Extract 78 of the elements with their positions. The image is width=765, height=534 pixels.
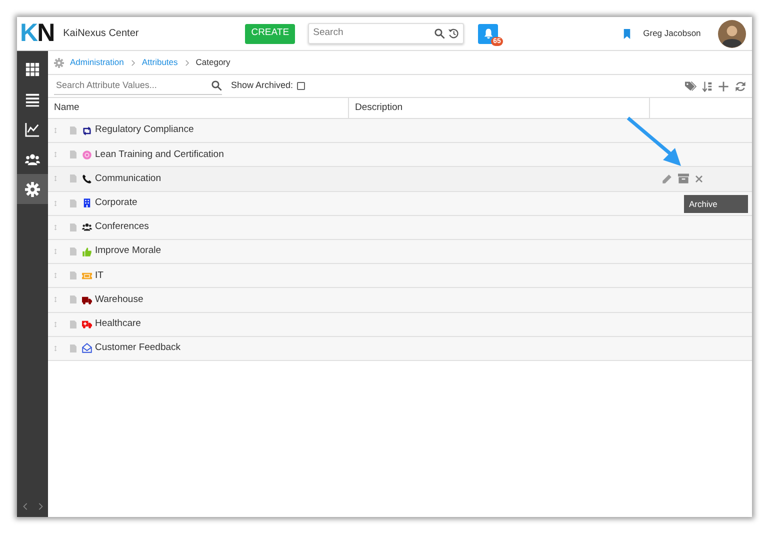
breadcrumb-link[interactable]: Attributes bbox=[142, 56, 178, 69]
tags-icon[interactable] bbox=[684, 80, 697, 92]
table-row[interactable]: Lean Training and Certification bbox=[48, 143, 752, 168]
drag-handle-icon[interactable] bbox=[53, 222, 58, 232]
apps-icon bbox=[25, 62, 40, 76]
archive-icon[interactable] bbox=[678, 173, 689, 184]
table-row[interactable]: Regulatory Compliance bbox=[48, 119, 752, 144]
show-archived-label: Show Archived: bbox=[231, 79, 294, 92]
line-chart-icon bbox=[25, 122, 40, 136]
user-name[interactable]: Greg Jacobson bbox=[643, 27, 701, 40]
document-icon bbox=[69, 222, 77, 233]
category-name: Healthcare bbox=[95, 316, 141, 331]
menu-icon bbox=[25, 92, 40, 106]
tooltip: Archive bbox=[684, 195, 748, 213]
table-row[interactable]: Conferences bbox=[48, 216, 752, 240]
column-header[interactable]: Name bbox=[54, 100, 80, 116]
drag-handle-icon[interactable] bbox=[53, 295, 58, 304]
document-icon bbox=[69, 318, 77, 330]
drag-handle-icon[interactable] bbox=[53, 126, 58, 136]
drag-handle-icon[interactable] bbox=[53, 247, 58, 256]
document-icon bbox=[69, 342, 77, 354]
category-name: Customer Feedback bbox=[95, 341, 181, 356]
document-icon bbox=[69, 125, 77, 136]
table-row[interactable]: Healthcare bbox=[48, 312, 752, 337]
category-name: Communication bbox=[95, 172, 161, 186]
category-name: IT bbox=[95, 268, 104, 283]
drag-handle-icon[interactable] bbox=[53, 198, 58, 208]
category-name: Warehouse bbox=[95, 292, 144, 307]
close-icon[interactable] bbox=[695, 174, 703, 183]
category-name: Corporate bbox=[95, 196, 138, 210]
drag-handle-icon[interactable] bbox=[53, 150, 58, 160]
plus-icon[interactable] bbox=[718, 80, 729, 92]
document-icon bbox=[69, 270, 77, 282]
show-archived-checkbox[interactable] bbox=[297, 82, 306, 90]
document-icon bbox=[69, 294, 77, 306]
chevron-left-icon[interactable] bbox=[22, 502, 28, 511]
refresh-icon[interactable] bbox=[735, 80, 746, 92]
category-name: Improve Morale bbox=[95, 244, 161, 258]
table-row[interactable]: Communication bbox=[48, 167, 752, 192]
document-icon bbox=[69, 149, 77, 160]
document-icon bbox=[69, 198, 77, 209]
drag-handle-icon[interactable] bbox=[53, 320, 58, 329]
table-row[interactable]: IT bbox=[48, 264, 752, 288]
drag-handle-icon[interactable] bbox=[53, 174, 58, 184]
category-name: Conferences bbox=[95, 220, 149, 234]
search-icon[interactable] bbox=[211, 80, 222, 91]
logo-letter: N bbox=[37, 21, 54, 46]
chevron-right-icon[interactable] bbox=[36, 502, 44, 511]
breadcrumb-link[interactable]: Administration bbox=[70, 56, 124, 69]
breadcrumb-current: Category bbox=[196, 56, 230, 69]
chevron-right-icon bbox=[184, 60, 190, 66]
column-header[interactable]: Description bbox=[355, 100, 403, 116]
document-icon bbox=[69, 173, 77, 184]
search-box[interactable]: Search bbox=[308, 23, 464, 44]
pencil-icon[interactable] bbox=[662, 174, 672, 184]
search-icon[interactable] bbox=[434, 28, 446, 39]
sort-icon[interactable] bbox=[702, 80, 713, 92]
annotation-arrow bbox=[626, 116, 681, 166]
drag-handle-icon[interactable] bbox=[53, 344, 58, 353]
category-name: Regulatory Compliance bbox=[95, 123, 194, 138]
table-row[interactable]: Improve Morale bbox=[48, 240, 752, 264]
category-name: Lean Training and Certification bbox=[95, 148, 224, 162]
app-name: KaiNexus Center bbox=[63, 27, 140, 41]
gear-icon bbox=[54, 58, 64, 68]
table-row[interactable]: Warehouse bbox=[48, 288, 752, 312]
bookmark-icon[interactable] bbox=[622, 28, 632, 40]
table-row[interactable]: Customer Feedback bbox=[48, 336, 752, 361]
settings-icon bbox=[25, 182, 40, 196]
users-icon bbox=[25, 152, 40, 166]
history-icon[interactable] bbox=[448, 28, 460, 39]
filter-box[interactable]: Search Attribute Values... bbox=[54, 77, 222, 95]
drag-handle-icon[interactable] bbox=[53, 271, 58, 280]
bell-icon bbox=[482, 28, 494, 39]
sidebar-item[interactable] bbox=[17, 174, 48, 204]
logo-letter: K bbox=[20, 21, 38, 46]
avatar[interactable] bbox=[718, 20, 746, 48]
chevron-right-icon bbox=[130, 60, 136, 66]
document-icon bbox=[69, 246, 77, 258]
